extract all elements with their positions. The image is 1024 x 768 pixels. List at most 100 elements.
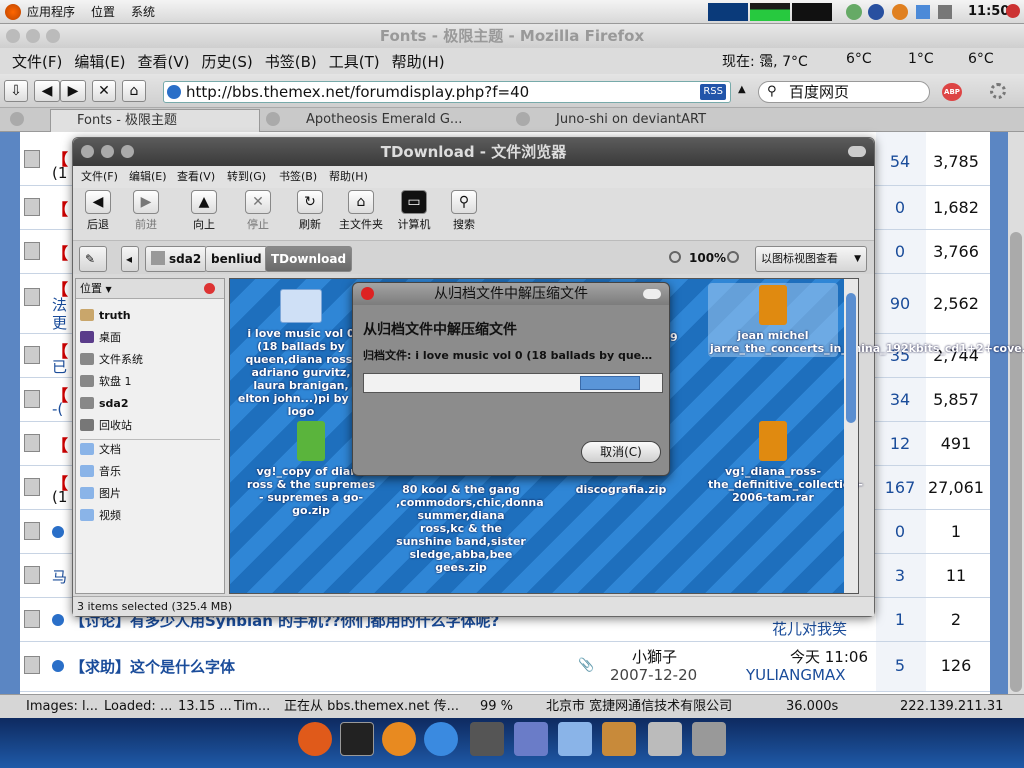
reply-count[interactable]: 1 xyxy=(880,610,920,629)
window-close-button[interactable] xyxy=(81,145,94,158)
file-item[interactable]: vg!_diana_ross-the_definitive_collection… xyxy=(708,421,863,504)
chevron-down-icon[interactable]: ▼ xyxy=(106,285,112,294)
sidebar-close-icon[interactable] xyxy=(204,283,215,294)
go-icon[interactable] xyxy=(52,526,64,538)
home-button[interactable]: ⌂ xyxy=(122,80,146,102)
menu-places[interactable]: 位置 xyxy=(91,3,115,20)
rss-badge[interactable]: RSS xyxy=(700,84,726,100)
tray-app-icon[interactable] xyxy=(846,4,862,20)
window-maximize-button[interactable] xyxy=(46,29,60,43)
folder-dock-icon[interactable] xyxy=(558,722,592,756)
ubuntu-dock-icon[interactable] xyxy=(298,722,332,756)
back-button[interactable]: ◀ xyxy=(34,80,60,102)
tab-close-icon[interactable] xyxy=(10,112,24,126)
crumb-tdownload[interactable]: TDownload xyxy=(265,246,353,272)
zoom-in-icon[interactable] xyxy=(727,251,739,263)
home-folder-button[interactable]: ⌂ 主文件夹 xyxy=(335,190,387,232)
sidebar-item-pictures[interactable]: 图片 xyxy=(80,485,121,503)
table-row[interactable]: 【求助】这个是什么字体 📎 小獅子 2007-12-20 今天 11:06 YU… xyxy=(20,642,990,692)
search-input[interactable]: ⚲ 百度网页 xyxy=(758,81,930,103)
sidebar-item-music[interactable]: 音乐 xyxy=(80,463,121,481)
url-bar[interactable]: http://bbs.themex.net/forumdisplay.php?f… xyxy=(163,81,731,103)
window-minimize-button[interactable] xyxy=(101,145,114,158)
file-item[interactable]: i love music vol 0 (18 ballads by queen,… xyxy=(236,289,366,418)
up-button[interactable]: ▲ 向上 xyxy=(179,190,229,232)
menu-system[interactable]: 系统 xyxy=(131,3,155,20)
clock[interactable]: 11:50 xyxy=(968,4,1009,19)
trash-dock-icon[interactable] xyxy=(692,722,726,756)
tab-close-icon[interactable] xyxy=(266,112,280,126)
dialog-close-button[interactable] xyxy=(361,287,374,300)
weather-day1[interactable]: 6°C xyxy=(846,51,872,67)
forward-button[interactable]: ▶ 前进 xyxy=(121,190,171,232)
tab-close-icon[interactable] xyxy=(516,112,530,126)
sidebar-item-trash[interactable]: 回收站 xyxy=(80,417,132,435)
menu-help[interactable]: 帮助(H) xyxy=(329,166,368,188)
thread-title[interactable]: 【求助】这个是什么字体 xyxy=(70,656,235,677)
window-shade-button[interactable] xyxy=(848,146,866,157)
media-play-icon[interactable] xyxy=(868,4,884,20)
reload-button[interactable]: ↻ 刷新 xyxy=(285,190,335,232)
reply-count[interactable]: 5 xyxy=(880,656,920,675)
firefox-dock-icon[interactable] xyxy=(382,722,416,756)
reply-count[interactable]: 12 xyxy=(880,434,920,453)
photo-dock-icon[interactable] xyxy=(470,722,504,756)
tab-fonts[interactable]: Fonts - 极限主题 xyxy=(50,109,260,132)
reply-count[interactable]: 34 xyxy=(880,390,920,409)
drive-dock-icon[interactable] xyxy=(648,722,682,756)
sidebar-item-documents[interactable]: 文档 xyxy=(80,441,121,459)
page-scrollbar[interactable] xyxy=(1008,132,1024,694)
tab-apotheosis[interactable]: Apotheosis Emerald G... xyxy=(280,109,510,132)
computer-button[interactable]: ▭ 计算机 xyxy=(389,190,439,232)
menu-edit[interactable]: 编辑(E) xyxy=(129,166,167,188)
go-icon[interactable] xyxy=(52,660,64,672)
sidebar-item-truth[interactable]: truth xyxy=(80,307,131,325)
thread-author[interactable]: 小獅子 xyxy=(632,646,677,667)
menu-bookmarks[interactable]: 书签(B) xyxy=(279,166,317,188)
sidebar-item-filesystem[interactable]: 文件系统 xyxy=(80,351,143,369)
firefox-tray-icon[interactable] xyxy=(892,4,908,20)
zoom-level[interactable]: 100% xyxy=(689,251,726,265)
menu-edit[interactable]: 编辑(E) xyxy=(74,51,125,72)
menu-file[interactable]: 文件(F) xyxy=(81,166,118,188)
weather-day2[interactable]: 1°C xyxy=(908,51,934,67)
weather-day3[interactable]: 6°C xyxy=(968,51,994,67)
ubuntu-logo-icon[interactable] xyxy=(5,3,21,20)
menu-history[interactable]: 历史(S) xyxy=(202,51,253,72)
file-item[interactable]: jean michel jarre_the_concerts_in_china_… xyxy=(708,283,1024,357)
reply-count[interactable]: 54 xyxy=(880,152,920,171)
file-item[interactable]: discografia.zip xyxy=(556,483,686,496)
tab-juno[interactable]: Juno-shi on deviantART xyxy=(530,109,760,132)
reply-count[interactable]: 3 xyxy=(880,566,920,585)
icon-view-scrollbar-thumb[interactable] xyxy=(846,293,856,423)
crumb-benliud[interactable]: benliud xyxy=(205,246,268,272)
url-dropdown-icon[interactable]: ▲ xyxy=(738,84,746,95)
editor-dock-icon[interactable] xyxy=(514,722,548,756)
reply-count[interactable]: 0 xyxy=(880,522,920,541)
menu-tools[interactable]: 工具(T) xyxy=(329,51,380,72)
search-button[interactable]: ⚲ 搜索 xyxy=(439,190,489,232)
icon-view-scrollbar[interactable] xyxy=(844,279,858,593)
sidebar-item-floppy[interactable]: 软盘 1 xyxy=(80,373,132,391)
sidebar-item-videos[interactable]: 视频 xyxy=(80,507,121,525)
last-post-user[interactable]: 花儿对我笑 xyxy=(772,618,847,639)
forward-button[interactable]: ▶ xyxy=(60,80,86,102)
network-icon[interactable] xyxy=(916,5,930,19)
cancel-button[interactable]: 取消(C) xyxy=(581,441,661,463)
reply-count[interactable]: 167 xyxy=(880,478,920,497)
crumb-sda2[interactable]: sda2 xyxy=(145,246,208,272)
menu-applications[interactable]: 应用程序 xyxy=(27,3,75,20)
zoom-out-icon[interactable] xyxy=(669,251,681,263)
file-item[interactable]: 80 kool & the gang ,commodors,chic,donna… xyxy=(396,483,544,574)
back-button[interactable]: ◀ 后退 xyxy=(73,190,123,232)
menu-bookmarks[interactable]: 书签(B) xyxy=(265,51,317,72)
safari-dock-icon[interactable] xyxy=(424,722,458,756)
menu-view[interactable]: 查看(V) xyxy=(138,51,190,72)
reply-count[interactable]: 0 xyxy=(880,242,920,261)
dialog-shade-button[interactable] xyxy=(643,289,661,299)
crumb-left-arrow[interactable]: ◂ xyxy=(121,246,139,272)
weather-now[interactable]: 现在: 霭, 7°C xyxy=(722,51,808,71)
menu-file[interactable]: 文件(F) xyxy=(12,51,62,72)
reply-count[interactable]: 0 xyxy=(880,198,920,217)
reply-count[interactable]: 90 xyxy=(880,294,920,313)
